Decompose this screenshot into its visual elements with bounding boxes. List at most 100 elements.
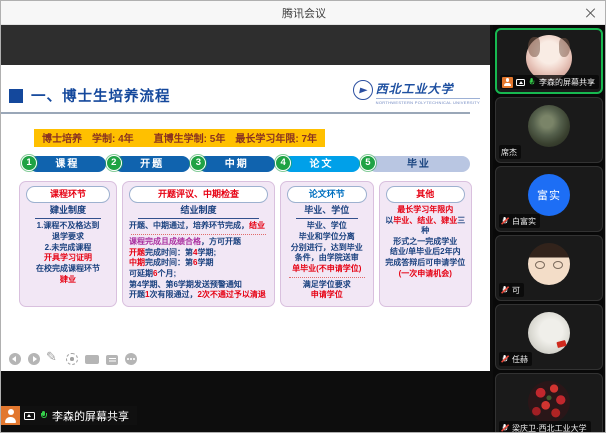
- avatar: [528, 105, 570, 147]
- box-line: 可延期6个月;: [129, 268, 177, 278]
- mic-muted-icon: [500, 286, 509, 294]
- close-icon: [585, 8, 595, 18]
- slide-title: 一、博士生培养流程: [31, 89, 171, 105]
- box-line: 开题、中期通过，培养环节完成，结业: [129, 221, 265, 231]
- flow-step-课程: 1 课程: [21, 155, 106, 174]
- program-info-bar: 博士培养 学制: 4年 直博生学制: 5年 最长学习年限: 7年: [34, 129, 326, 147]
- box-line: 完成答辩后可申请学位: [385, 258, 466, 268]
- box-header: 毕业、学位: [296, 205, 358, 220]
- box-line: 退学要求: [52, 232, 84, 242]
- screen-share-icon: [516, 78, 525, 86]
- presenter-toolbar: [9, 350, 137, 365]
- minimize-button[interactable]: [515, 1, 545, 24]
- avatar: 富实: [528, 174, 570, 216]
- participant-tile[interactable]: 任赫: [495, 304, 603, 370]
- laser-pointer-icon[interactable]: [66, 353, 78, 365]
- university-emblem-icon: [352, 80, 373, 100]
- box-line: 开题完成时间：第4学期;: [129, 247, 217, 257]
- next-slide-icon[interactable]: [28, 353, 40, 365]
- share-background-top: [1, 25, 490, 65]
- university-logo-text: 西北工业大学 NORTHWESTERN POLYTECHNICAL UNIVER…: [375, 80, 480, 105]
- comment-icon[interactable]: [106, 354, 118, 365]
- box-line: 条件，由学院送审: [294, 253, 359, 263]
- step-label: 毕业: [367, 156, 470, 172]
- box-line: 肄业: [60, 274, 76, 284]
- more-icon[interactable]: [125, 353, 137, 365]
- step-number: 2: [105, 155, 122, 171]
- avatar: [528, 243, 570, 285]
- flow-step-毕业: 5 毕业: [359, 155, 470, 174]
- participant-tile[interactable]: 席杰: [495, 97, 603, 163]
- step-label: 论文: [283, 156, 360, 172]
- box-thesis: 论文环节 毕业、学位 毕业、学位 毕业和学位分离 分别进行，达到毕业 条件，由学院送审 单毕…: [280, 181, 374, 307]
- participant-name: 梁庆卫·西北工业大学: [512, 423, 587, 433]
- participants-sidebar[interactable]: 李森的屏幕共享 席杰 富实 白富实可任赫 梁庆卫·西北工业大学: [493, 25, 605, 432]
- step-number: 1: [21, 155, 37, 171]
- box-line: 满足学位要求: [302, 279, 351, 289]
- participant-name: 可: [512, 285, 520, 295]
- titlebar[interactable]: 腾讯会议: [1, 1, 605, 25]
- box-line: 课程完成且成绩合格，方可开题: [129, 237, 241, 247]
- mic-on-icon: [528, 78, 534, 86]
- box-pill: 论文环节: [287, 186, 367, 203]
- participant-label: 可: [499, 283, 524, 297]
- box-line: 毕业、学位: [306, 221, 347, 231]
- avatar: [528, 312, 570, 354]
- pen-icon[interactable]: [46, 350, 59, 365]
- box-line: 在校完成课程环节: [36, 263, 100, 273]
- flow-steps: 1 课程 2 开题 3 中期 4 论文 5 毕业: [21, 155, 470, 174]
- mic-on-icon: [39, 410, 48, 421]
- box-line: 形式之一完成学业: [393, 236, 458, 246]
- shared-screen: 一、博士生培养流程 西北工业大学 NORTHWESTERN POLYTECHNI…: [1, 25, 493, 432]
- participant-tile[interactable]: 梁庆卫·西北工业大学: [495, 373, 603, 432]
- box-pill: 其他: [385, 186, 465, 203]
- box-line: (一次申请机会): [398, 268, 452, 278]
- share-label-pill: 李森的屏幕共享: [20, 406, 137, 425]
- participant-name: 任赫: [512, 354, 528, 364]
- tencent-meeting-window: 腾讯会议 一、博士生培养流程 西北工业大学 NORTHWESTERN POLYT…: [0, 0, 606, 433]
- participant-name: 李森的屏幕共享: [539, 77, 595, 87]
- title-divider: [1, 112, 470, 114]
- box-other: 其他 最长学习年限内 以毕业、结业、肄业三种 形式之一完成学业 结业/单毕业后2年内 完成…: [378, 181, 472, 307]
- step-number: 5: [359, 155, 376, 171]
- mic-muted-icon: [500, 355, 509, 363]
- share-source-label: 李森的屏幕共享: [1, 406, 137, 425]
- participant-label: 白富实: [499, 214, 540, 228]
- box-line: 最长学习年限内: [397, 204, 454, 214]
- box-line: 申请学位: [310, 290, 343, 300]
- mic-muted-icon: [500, 424, 509, 432]
- participant-tile[interactable]: 富实 白富实: [495, 166, 603, 232]
- participant-label: 任赫: [499, 352, 532, 366]
- dotted-separator: [131, 234, 266, 236]
- participant-label: 李森的屏幕共享: [500, 75, 599, 89]
- participant-name: 白富实: [512, 216, 536, 226]
- step-label: 开题: [113, 156, 191, 172]
- camera-icon[interactable]: [85, 355, 99, 365]
- box-line: 1.课程不及格达到: [36, 221, 100, 231]
- previous-slide-icon[interactable]: [9, 353, 21, 365]
- close-button[interactable]: [575, 1, 605, 24]
- participant-label: 梁庆卫·西北工业大学: [499, 421, 591, 432]
- participant-tile[interactable]: 李森的屏幕共享: [495, 28, 603, 94]
- box-header: 结业制度: [138, 205, 259, 220]
- dotted-separator: [289, 276, 365, 278]
- box-line: 结业/单毕业后2年内: [389, 247, 461, 257]
- box-line: 单毕业(不申请学位): [292, 263, 362, 273]
- box-pill: 开题评议、中期检查: [129, 186, 268, 203]
- member-badge-icon: [502, 76, 513, 88]
- presentation-slide: 一、博士生培养流程 西北工业大学 NORTHWESTERN POLYTECHNI…: [1, 65, 490, 371]
- presenter-badge-icon: [1, 406, 20, 425]
- participant-tile[interactable]: 可: [495, 235, 603, 301]
- box-line: 毕业和学位分离: [298, 232, 355, 242]
- window-title: 腾讯会议: [282, 7, 326, 20]
- flow-step-中期: 3 中期: [190, 155, 276, 174]
- box-proposal-midterm: 开题评议、中期检查 结业制度 开题、中期通过，培养环节完成，结业 课程完成且成绩合格，…: [122, 181, 275, 307]
- maximize-button[interactable]: [545, 1, 575, 24]
- mic-muted-icon: [500, 217, 509, 225]
- university-name: 西北工业大学: [375, 82, 454, 96]
- step-label: 中期: [198, 156, 276, 172]
- box-line: 以毕业、结业、肄业三种: [385, 215, 466, 236]
- flow-step-论文: 4 论文: [275, 155, 360, 174]
- box-line: 2.未完成课程: [44, 242, 92, 252]
- avatar: [528, 381, 570, 423]
